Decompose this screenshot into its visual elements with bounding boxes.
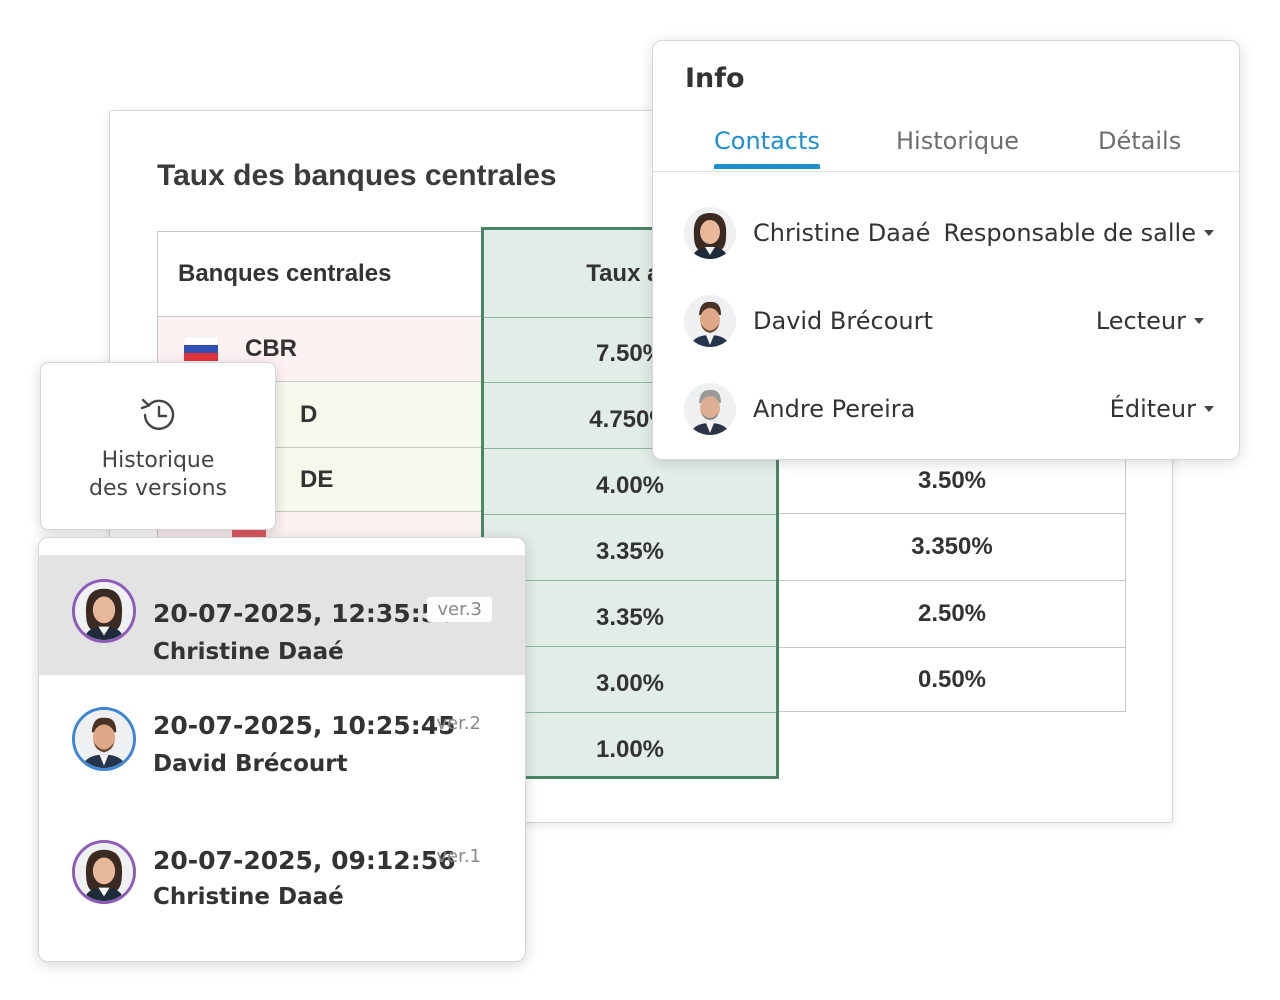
contact-row: David Brécourt Lecteur [684, 295, 1214, 349]
tab-label: Détails [1098, 127, 1182, 155]
man-avatar [72, 707, 136, 771]
version-author: David Brécourt [153, 751, 348, 777]
previous-rate-cell[interactable]: 2.50% [779, 581, 1126, 648]
role-label: Responsable de salle [943, 219, 1196, 247]
sheet-title: Taux des banques centrales [157, 159, 557, 192]
man-avatar [684, 295, 736, 347]
woman-avatar [72, 840, 136, 904]
tab-label: Historique [896, 127, 1020, 155]
caret-down-icon [1204, 230, 1214, 236]
role-dropdown[interactable]: Lecteur [1096, 307, 1204, 335]
rate-cell[interactable]: 3.35% [484, 515, 776, 581]
version-history-button[interactable]: Historique des versions [40, 362, 276, 530]
version-item[interactable]: 20-07-2025, 09:12:56 Christine Daaé ver.… [39, 808, 525, 928]
bank-name: D [300, 400, 318, 428]
active-tab-indicator [714, 164, 820, 169]
history-icon [140, 398, 175, 430]
tab-label: Contacts [714, 127, 820, 155]
role-label: Lecteur [1095, 307, 1186, 335]
tab-contacts[interactable]: Contacts [714, 127, 820, 169]
version-history-label: Historique des versions [89, 448, 227, 501]
bank-name: DE [300, 465, 334, 493]
rate-cell[interactable]: 3.00% [484, 647, 776, 713]
caret-down-icon [1194, 318, 1204, 324]
version-badge: ver.3 [427, 597, 492, 622]
versions-list: 20-07-2025, 12:35:56 Christine Daaé ver.… [38, 537, 526, 962]
tabs-divider [653, 171, 1239, 172]
version-item[interactable]: 20-07-2025, 10:25:45 David Brécourt ver.… [39, 675, 525, 795]
previous-rate-cell[interactable]: 0.50% [779, 648, 1126, 712]
role-label: Éditeur [1109, 395, 1196, 423]
version-author: Christine Daaé [153, 639, 344, 665]
rate-cell[interactable]: 3.35% [484, 581, 776, 647]
tab-historique[interactable]: Historique [896, 127, 1019, 169]
info-panel: Info Contacts Historique Détails Christi… [652, 40, 1240, 460]
woman-avatar [684, 207, 736, 259]
version-date: 20-07-2025, 10:25:45 [153, 711, 456, 740]
version-author: Christine Daaé [153, 884, 344, 910]
role-dropdown[interactable]: Éditeur [1110, 395, 1214, 423]
version-badge: ver.2 [436, 713, 481, 734]
previous-rate-cell[interactable]: 3.350% [779, 514, 1126, 581]
version-date: 20-07-2025, 12:35:56 [153, 599, 456, 628]
contact-row: Christine Daaé Responsable de salle [684, 207, 1214, 261]
version-item[interactable]: 20-07-2025, 12:35:56 Christine Daaé ver.… [39, 555, 525, 675]
rate-cell[interactable]: 1.00% [484, 713, 776, 779]
version-date: 20-07-2025, 09:12:56 [153, 846, 456, 875]
contact-name: Christine Daaé [753, 219, 931, 247]
info-title: Info [685, 63, 745, 94]
contact-name: Andre Pereira [753, 395, 916, 423]
column-header-banks-label: Banques centrales [178, 260, 392, 287]
role-dropdown[interactable]: Responsable de salle [944, 219, 1214, 247]
tab-details[interactable]: Détails [1098, 127, 1181, 169]
caret-down-icon [1204, 406, 1214, 412]
contact-row: Andre Pereira Éditeur [684, 383, 1214, 437]
bank-name: CBR [245, 335, 297, 362]
man-grey-avatar [684, 383, 736, 435]
russia-flag-icon [184, 337, 218, 361]
woman-avatar [72, 579, 136, 643]
version-badge: ver.1 [436, 846, 481, 867]
column-header-banks[interactable]: Banques centrales [157, 231, 481, 317]
contact-name: David Brécourt [753, 307, 933, 335]
